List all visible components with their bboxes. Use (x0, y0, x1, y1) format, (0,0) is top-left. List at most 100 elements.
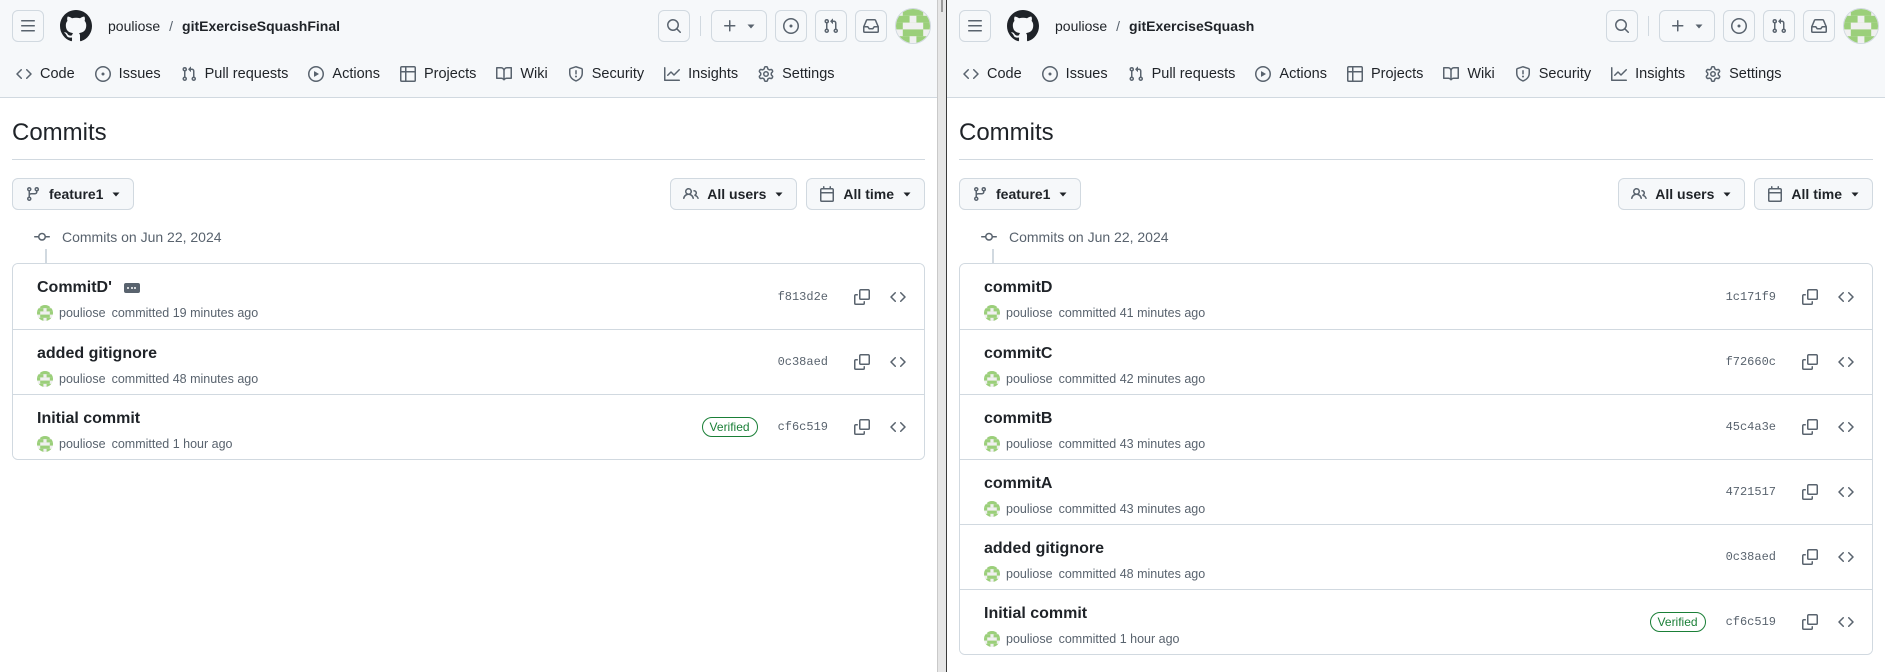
tab-insights[interactable]: Insights (1603, 58, 1693, 90)
expand-message-button[interactable] (123, 283, 140, 293)
tab-actions[interactable]: Actions (1247, 58, 1335, 90)
commit-message-link[interactable]: commitA (984, 475, 1052, 493)
commit-message-link[interactable]: commitB (984, 410, 1052, 428)
commit-author[interactable]: pouliose (59, 437, 106, 451)
author-avatar[interactable] (37, 371, 53, 387)
time-filter-button[interactable]: All time (1754, 178, 1873, 210)
commit-sha-link[interactable]: f813d2e (778, 290, 828, 304)
user-avatar-button[interactable] (1843, 8, 1879, 44)
tab-issues[interactable]: Issues (87, 58, 169, 90)
users-filter-button[interactable]: All users (670, 178, 798, 210)
user-avatar-button[interactable] (895, 8, 931, 44)
commit-author[interactable]: pouliose (1006, 437, 1053, 451)
author-avatar[interactable] (984, 305, 1000, 321)
commit-author[interactable]: pouliose (1006, 502, 1053, 516)
users-filter-button[interactable]: All users (1618, 178, 1746, 210)
browse-files-button[interactable] (1832, 543, 1860, 571)
commit-author[interactable]: pouliose (1006, 567, 1053, 581)
issues-button[interactable] (775, 10, 807, 42)
commit-message-link[interactable]: Initial commit (984, 605, 1087, 623)
search-button[interactable] (658, 10, 690, 42)
copy-sha-button[interactable] (1796, 413, 1824, 441)
browse-files-button[interactable] (1832, 608, 1860, 636)
commit-message-link[interactable]: added gitignore (984, 540, 1104, 558)
tab-wiki[interactable]: Wiki (488, 58, 555, 90)
browse-files-button[interactable] (1832, 478, 1860, 506)
commit-author[interactable]: pouliose (1006, 306, 1053, 320)
repo-owner-link[interactable]: pouliose (1055, 18, 1107, 34)
verified-badge[interactable]: Verified (1649, 612, 1706, 632)
copy-sha-button[interactable] (1796, 478, 1824, 506)
copy-sha-button[interactable] (1796, 283, 1824, 311)
time-filter-button[interactable]: All time (806, 178, 925, 210)
divider-grip[interactable] (941, 0, 943, 12)
tab-pull-requests[interactable]: Pull requests (1120, 58, 1244, 90)
commit-sha-link[interactable]: cf6c519 (778, 420, 828, 434)
commit-sha-link[interactable]: cf6c519 (1726, 615, 1776, 629)
author-avatar[interactable] (984, 371, 1000, 387)
browse-files-button[interactable] (1832, 283, 1860, 311)
browse-files-button[interactable] (1832, 413, 1860, 441)
commit-sha-link[interactable]: 1c171f9 (1726, 290, 1776, 304)
tab-settings[interactable]: Settings (750, 58, 842, 90)
commit-sha-link[interactable]: f72660c (1726, 355, 1776, 369)
menu-button[interactable] (959, 10, 991, 42)
window-divider[interactable] (937, 0, 947, 672)
commit-message-link[interactable]: commitC (984, 345, 1052, 363)
tab-projects[interactable]: Projects (1339, 58, 1431, 90)
browse-files-button[interactable] (884, 348, 912, 376)
author-avatar[interactable] (37, 305, 53, 321)
commit-sha-link[interactable]: 45c4a3e (1726, 420, 1776, 434)
tab-code[interactable]: Code (8, 58, 83, 90)
tab-security[interactable]: Security (1507, 58, 1599, 90)
inbox-button[interactable] (1803, 10, 1835, 42)
author-avatar[interactable] (984, 631, 1000, 647)
browse-files-button[interactable] (1832, 348, 1860, 376)
author-avatar[interactable] (984, 566, 1000, 582)
browse-files-button[interactable] (884, 413, 912, 441)
commit-sha-link[interactable]: 0c38aed (778, 355, 828, 369)
tab-projects[interactable]: Projects (392, 58, 484, 90)
commit-author[interactable]: pouliose (59, 306, 106, 320)
github-logo[interactable] (1007, 10, 1039, 42)
tab-issues[interactable]: Issues (1034, 58, 1116, 90)
tab-wiki[interactable]: Wiki (1435, 58, 1502, 90)
commit-author[interactable]: pouliose (1006, 632, 1053, 646)
tab-actions[interactable]: Actions (300, 58, 388, 90)
copy-sha-button[interactable] (1796, 608, 1824, 636)
create-new-button[interactable] (1659, 10, 1715, 42)
commit-message-link[interactable]: added gitignore (37, 345, 157, 363)
author-avatar[interactable] (984, 436, 1000, 452)
copy-sha-button[interactable] (848, 348, 876, 376)
tab-security[interactable]: Security (560, 58, 652, 90)
repo-owner-link[interactable]: pouliose (108, 18, 160, 34)
tab-insights[interactable]: Insights (656, 58, 746, 90)
tab-pull-requests[interactable]: Pull requests (173, 58, 297, 90)
branch-selector-button[interactable]: feature1 (12, 178, 135, 210)
commit-message-link[interactable]: Initial commit (37, 410, 140, 428)
branch-selector-button[interactable]: feature1 (959, 178, 1082, 210)
copy-sha-button[interactable] (1796, 543, 1824, 571)
repo-name-link[interactable]: gitExerciseSquashFinal (182, 18, 340, 34)
commit-message-link[interactable]: commitD (984, 279, 1052, 297)
inbox-button[interactable] (855, 10, 887, 42)
repo-name-link[interactable]: gitExerciseSquash (1129, 18, 1254, 34)
issues-button[interactable] (1723, 10, 1755, 42)
author-avatar[interactable] (37, 436, 53, 452)
commit-author[interactable]: pouliose (59, 372, 106, 386)
browse-files-button[interactable] (884, 283, 912, 311)
pull-requests-button[interactable] (1763, 10, 1795, 42)
search-button[interactable] (1606, 10, 1638, 42)
verified-badge[interactable]: Verified (701, 417, 758, 437)
commit-sha-link[interactable]: 4721517 (1726, 485, 1776, 499)
copy-sha-button[interactable] (848, 413, 876, 441)
commit-message-link[interactable]: CommitD' (37, 279, 112, 297)
author-avatar[interactable] (984, 501, 1000, 517)
commit-sha-link[interactable]: 0c38aed (1726, 550, 1776, 564)
pull-requests-button[interactable] (815, 10, 847, 42)
create-new-button[interactable] (711, 10, 767, 42)
tab-code[interactable]: Code (955, 58, 1030, 90)
github-logo[interactable] (60, 10, 92, 42)
copy-sha-button[interactable] (848, 283, 876, 311)
tab-settings[interactable]: Settings (1697, 58, 1789, 90)
